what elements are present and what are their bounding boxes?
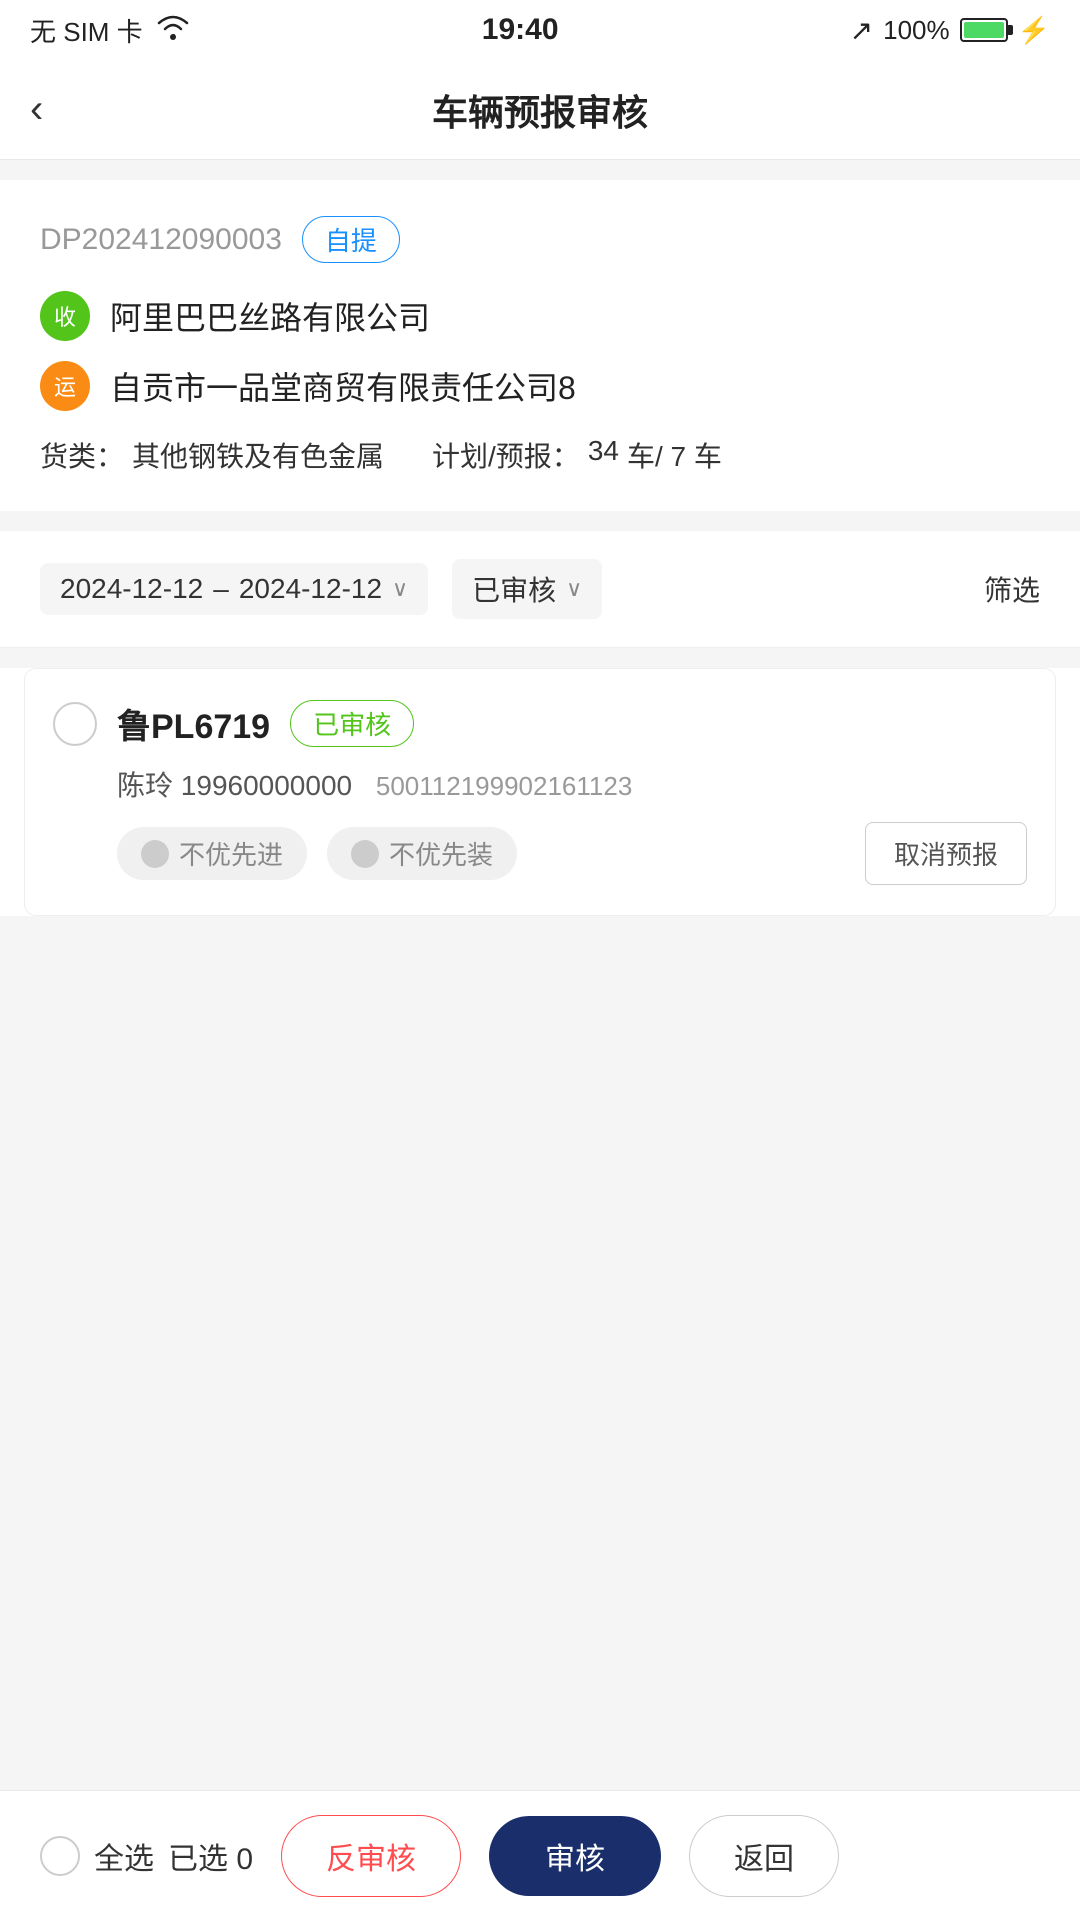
return-button[interactable]: 返回 <box>689 1815 839 1897</box>
status-left: 无 SIM 卡 <box>30 12 191 49</box>
priority-enter-toggle[interactable]: 不优先进 <box>117 827 307 880</box>
plan-label: 计划/预报： <box>432 435 580 475</box>
select-all-radio[interactable] <box>40 1836 80 1876</box>
status-right: ↗ 100% ⚡ <box>850 14 1050 47</box>
priority-load-toggle[interactable]: 不优先装 <box>327 827 517 880</box>
bottom-bar: 全选 已选 0 反审核 审核 返回 <box>0 1790 1080 1920</box>
audit-button[interactable]: 审核 <box>489 1816 661 1896</box>
order-card: DP202412090003 自提 收 阿里巴巴丝路有限公司 运 自贡市一品堂商… <box>0 180 1080 511</box>
carrier-label: 无 SIM 卡 <box>30 12 143 49</box>
date-end: 2024-12-12 <box>239 573 382 605</box>
toggle-dot2-icon <box>351 840 379 868</box>
cars-label: 车/ 7 车 <box>627 435 722 475</box>
page-title: 车辆预报审核 <box>432 84 648 136</box>
shipper-icon: 运 <box>40 361 90 411</box>
receiver-row: 收 阿里巴巴丝路有限公司 <box>40 291 1040 341</box>
battery-percent: 100% <box>883 15 950 46</box>
status-picker[interactable]: 已审核 ∨ <box>452 559 602 619</box>
self-pickup-badge: 自提 <box>302 216 400 263</box>
status-filter-label: 已审核 <box>472 569 556 609</box>
vehicle-list: 鲁PL6719 已审核 陈玲 19960000000 5001121999021… <box>0 668 1080 916</box>
driver-name: 陈玲 <box>117 770 173 801</box>
back-button[interactable]: ‹ <box>30 77 63 142</box>
battery-icon <box>960 18 1008 42</box>
filter-button[interactable]: 筛选 <box>984 569 1040 609</box>
date-chevron-icon: ∨ <box>392 576 408 602</box>
selected-num: 0 <box>236 1843 253 1876</box>
shipper-name: 自贡市一品堂商贸有限责任公司8 <box>110 363 576 409</box>
goods-label: 货类： <box>40 435 124 475</box>
reverse-audit-button[interactable]: 反审核 <box>281 1815 461 1897</box>
date-start: 2024-12-12 <box>60 573 203 605</box>
vehicle-plate: 鲁PL6719 <box>117 699 270 748</box>
receiver-name: 阿里巴巴丝路有限公司 <box>110 293 430 339</box>
select-all-label: 全选 <box>94 1834 154 1878</box>
charging-icon: ⚡ <box>1018 15 1050 46</box>
wifi-icon <box>155 13 191 48</box>
priority-load-label: 不优先装 <box>389 835 493 872</box>
plan-value: 34 <box>588 435 619 475</box>
status-bar: 无 SIM 卡 19:40 ↗ 100% ⚡ <box>0 0 1080 60</box>
goods-value: 其他钢铁及有色金属 <box>132 435 384 475</box>
filter-bar: 2024-12-12 – 2024-12-12 ∨ 已审核 ∨ 筛选 <box>0 531 1080 648</box>
gps-icon: ↗ <box>850 14 873 47</box>
status-chevron-icon: ∨ <box>566 576 582 602</box>
date-picker[interactable]: 2024-12-12 – 2024-12-12 ∨ <box>40 563 428 615</box>
driver-phone: 19960000000 <box>181 770 352 801</box>
vehicle-select-radio[interactable] <box>53 702 97 746</box>
cancel-forecast-button[interactable]: 取消预报 <box>865 822 1027 885</box>
toggle-dot-icon <box>141 840 169 868</box>
order-header: DP202412090003 自提 <box>40 216 1040 263</box>
nav-bar: ‹ 车辆预报审核 <box>0 60 1080 160</box>
vehicle-top-row: 鲁PL6719 已审核 <box>53 699 1027 748</box>
select-all-area: 全选 已选 0 <box>40 1834 253 1878</box>
selected-prefix: 已选 <box>168 1843 228 1876</box>
receiver-icon: 收 <box>40 291 90 341</box>
priority-enter-label: 不优先进 <box>179 835 283 872</box>
driver-id: 500112199902161123 <box>376 771 632 801</box>
shipper-row: 运 自贡市一品堂商贸有限责任公司8 <box>40 361 1040 411</box>
order-id: DP202412090003 <box>40 223 282 257</box>
vehicle-status-badge: 已审核 <box>290 700 414 747</box>
vehicle-actions-row: 不优先进 不优先装 取消预报 <box>117 822 1027 885</box>
meta-row: 货类： 其他钢铁及有色金属 计划/预报： 34 车/ 7 车 <box>40 435 1040 475</box>
vehicle-item: 鲁PL6719 已审核 陈玲 19960000000 5001121999021… <box>24 668 1056 916</box>
status-time: 19:40 <box>482 13 559 47</box>
selected-info: 已选 0 <box>168 1834 253 1878</box>
vehicle-info-row: 陈玲 19960000000 500112199902161123 <box>117 764 1027 804</box>
date-sep: – <box>213 573 229 605</box>
